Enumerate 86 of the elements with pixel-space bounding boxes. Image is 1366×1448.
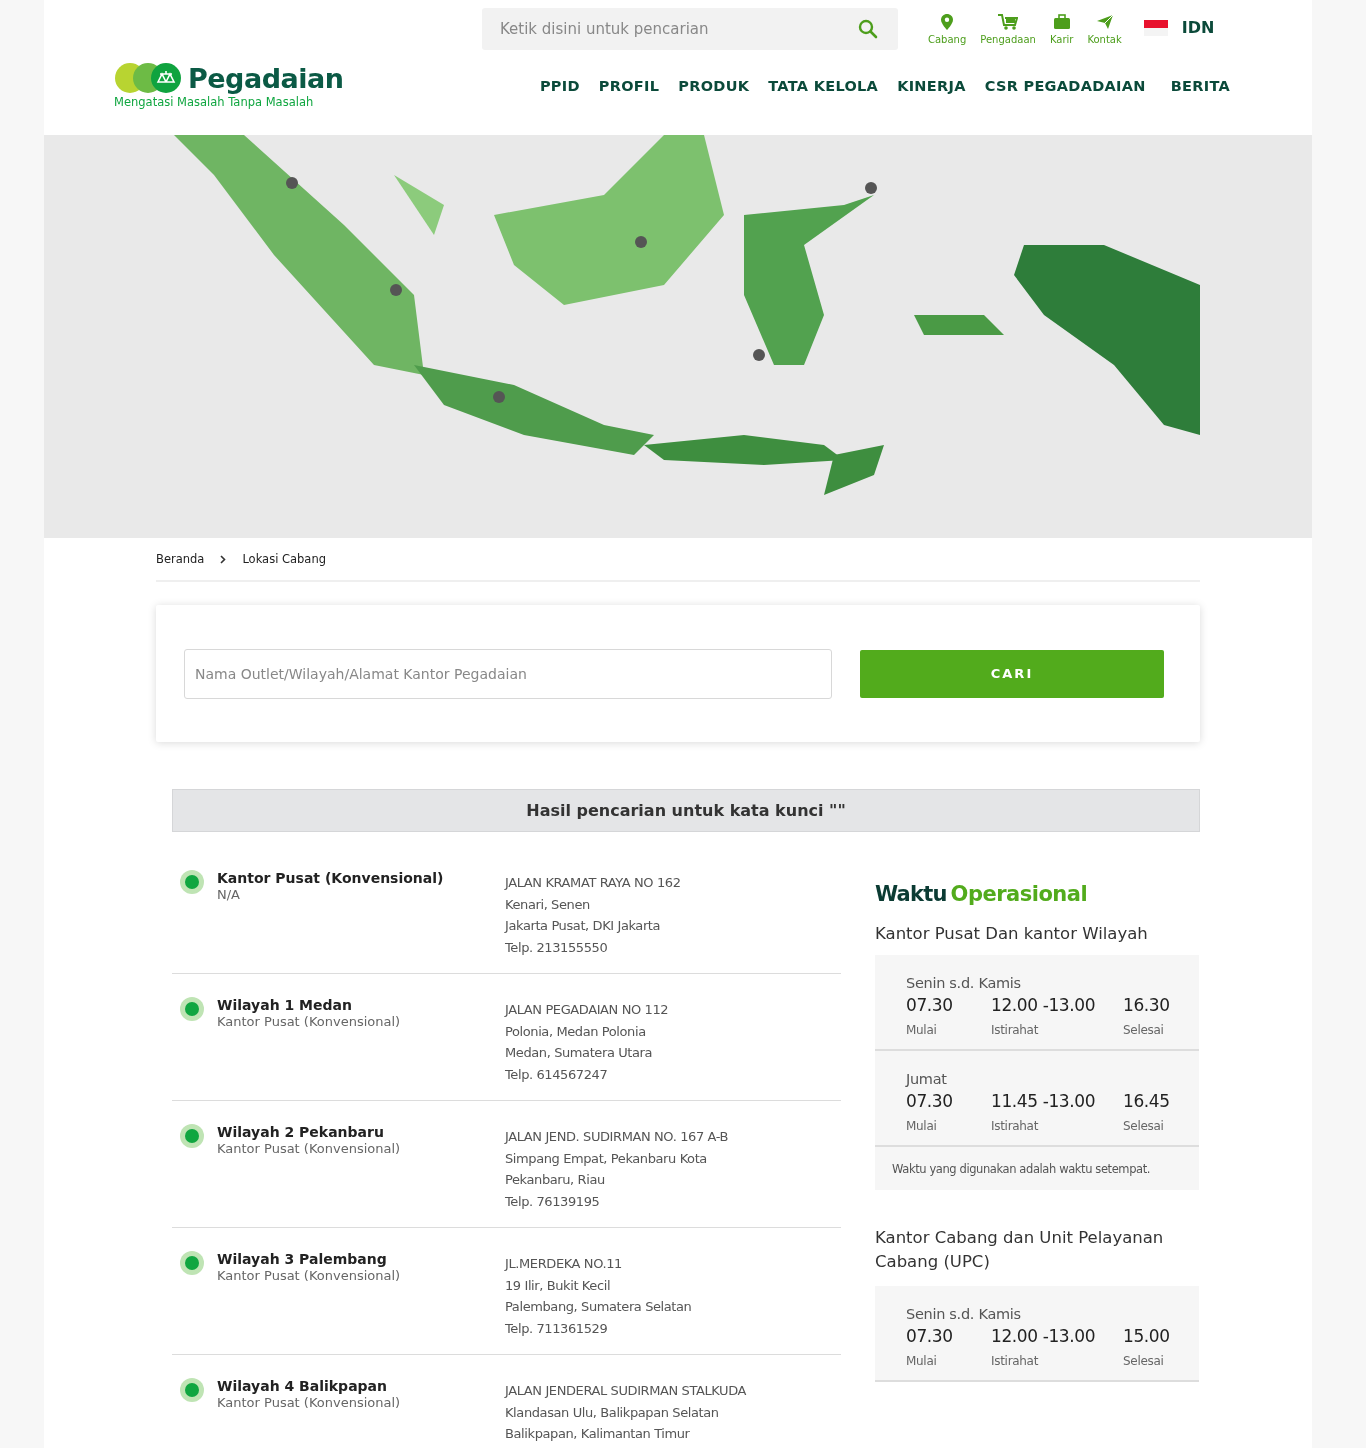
time-label: Istirahat [991, 1354, 1040, 1368]
days-label: Senin s.d. Kamis [906, 1306, 1022, 1322]
address-line: Telp. 711361529 [505, 1320, 609, 1339]
address-line: 19 Ilir, Bukit Kecil [505, 1276, 612, 1295]
send-link[interactable]: Kontak [1087, 14, 1122, 45]
time-label: Istirahat [991, 1023, 1040, 1037]
location-type: Kantor Pusat (Konvensional) [217, 1395, 402, 1410]
results-heading: Hasil pencarian untuk kata kunci "" [172, 789, 1200, 832]
location-dot-icon [180, 1251, 204, 1275]
logo-icon[interactable] [114, 62, 182, 94]
breadcrumb-link[interactable]: Beranda [156, 552, 205, 566]
start-time: 07.30 [906, 1091, 954, 1111]
location-name[interactable]: Wilayah 4 Balikpapan [217, 1378, 505, 1394]
location-type: N/A [217, 887, 241, 902]
days-label: Jumat [906, 1071, 948, 1087]
time-label: Mulai [906, 1354, 938, 1368]
nav-link[interactable]: KINERJA [897, 77, 966, 94]
briefcase-icon [1053, 14, 1070, 30]
break-time: 11.45 -13.00 [991, 1091, 1097, 1111]
start-time: 07.30 [906, 995, 954, 1015]
location-name[interactable]: Wilayah 3 Palembang [217, 1251, 505, 1267]
address-line: JL.MERDEKA NO.11 [505, 1255, 623, 1273]
address-line: JALAN KRAMAT RAYA NO 162 [505, 874, 681, 892]
logo-tagline: Mengatasi Masalah Tanpa Masalah [114, 95, 315, 109]
time-label: Selesai [1123, 1354, 1165, 1368]
address-line: Medan, Sumatera Utara [505, 1044, 654, 1063]
breadcrumb-current: Lokasi Cabang [242, 552, 326, 566]
address-line: Telp. 213155550 [505, 939, 609, 958]
time-label: Istirahat [991, 1119, 1040, 1133]
time-label: Selesai [1123, 1023, 1165, 1037]
address-line: Balikpapan, Kalimantan Timur [505, 1425, 691, 1444]
address-line: Kenari, Senen [505, 895, 591, 914]
paper-plane-icon [1096, 14, 1113, 30]
break-time: 12.00 -13.00 [991, 995, 1097, 1015]
location-dot-icon [180, 1378, 204, 1402]
bag-link[interactable]: Karir [1049, 14, 1074, 45]
chevron-icon [220, 554, 227, 564]
location-dot-icon [180, 870, 204, 894]
nav-link[interactable]: PPID [539, 77, 580, 94]
address-line: Pekanbaru, Riau [505, 1171, 606, 1190]
address-line: JALAN PEGADAIAN NO 112 [505, 1001, 669, 1019]
break-time: 12.00 -13.00 [991, 1326, 1097, 1346]
language-selector[interactable]: IDN [1181, 18, 1215, 37]
hours-title-highlight: Operasional [950, 882, 1088, 906]
cart-icon [998, 14, 1019, 30]
location-name[interactable]: Wilayah 1 Medan [217, 997, 505, 1013]
logo-name[interactable]: Pegadaian [188, 62, 344, 94]
nav-link[interactable]: TATA KELOLA [768, 77, 879, 94]
address-line: Polonia, Medan Polonia [505, 1022, 647, 1041]
nav-link[interactable]: CSR PEGADADAIAN [984, 77, 1146, 94]
outlet-search-field[interactable]: Nama Outlet/Wilayah/Alamat Kantor Pegadaian [184, 648, 832, 699]
time-label: Mulai [906, 1023, 938, 1037]
section-title: Kantor Cabang dan Unit Pelayanan Cabang (UPC) [875, 1227, 1165, 1273]
location-dot-icon [180, 1124, 204, 1148]
location-dot-icon [180, 997, 204, 1021]
days-label: Senin s.d. Kamis [906, 975, 1022, 991]
address-line: Telp. 76139195 [505, 1193, 601, 1212]
address-line: Telp. 614567247 [505, 1066, 609, 1085]
section-title: Kantor Pusat Dan kantor Wilayah [875, 924, 1149, 943]
hours-title: Waktu [875, 882, 947, 906]
search-field[interactable]: Ketik disini untuk pencarian [482, 8, 898, 50]
location-name[interactable]: Kantor Pusat (Konvensional) [217, 870, 505, 886]
location-type: Kantor Pusat (Konvensional) [217, 1141, 402, 1156]
location-type: Kantor Pusat (Konvensional) [217, 1014, 402, 1029]
cart-link[interactable]: Pengadaan [980, 14, 1036, 45]
location-type: Kantor Pusat (Konvensional) [217, 1268, 402, 1283]
time-label: Selesai [1123, 1119, 1165, 1133]
address-line: Jakarta Pusat, DKI Jakarta [505, 917, 662, 936]
address-line: JALAN JEND. SUDIRMAN NO. 167 A-B [505, 1128, 729, 1146]
nav-link[interactable]: PROFIL [598, 77, 660, 94]
start-time: 07.30 [906, 1326, 954, 1346]
flag-icon[interactable] [1143, 19, 1168, 36]
pin-link[interactable]: Cabang [928, 14, 967, 45]
address-line: Simpang Empat, Pekanbaru Kota [505, 1149, 708, 1168]
time-label: Mulai [906, 1119, 938, 1133]
map-pin-icon [941, 14, 954, 30]
nav-link[interactable]: PRODUK [678, 77, 750, 94]
end-time: 16.45 [1123, 1091, 1171, 1111]
address-line: Klandasan Ulu, Balikpapan Selatan [505, 1403, 720, 1422]
address-line: JALAN JENDERAL SUDIRMAN STALKUDA [505, 1382, 747, 1400]
nav-link[interactable]: BERITA [1170, 77, 1230, 94]
address-line: Palembang, Sumatera Selatan [505, 1298, 692, 1317]
location-name[interactable]: Wilayah 2 Pekanbaru [217, 1124, 505, 1140]
hours-note: Waktu yang digunakan adalah waktu setempat. [891, 1161, 1152, 1178]
end-time: 16.30 [1123, 995, 1171, 1015]
end-time: 15.00 [1123, 1326, 1171, 1346]
